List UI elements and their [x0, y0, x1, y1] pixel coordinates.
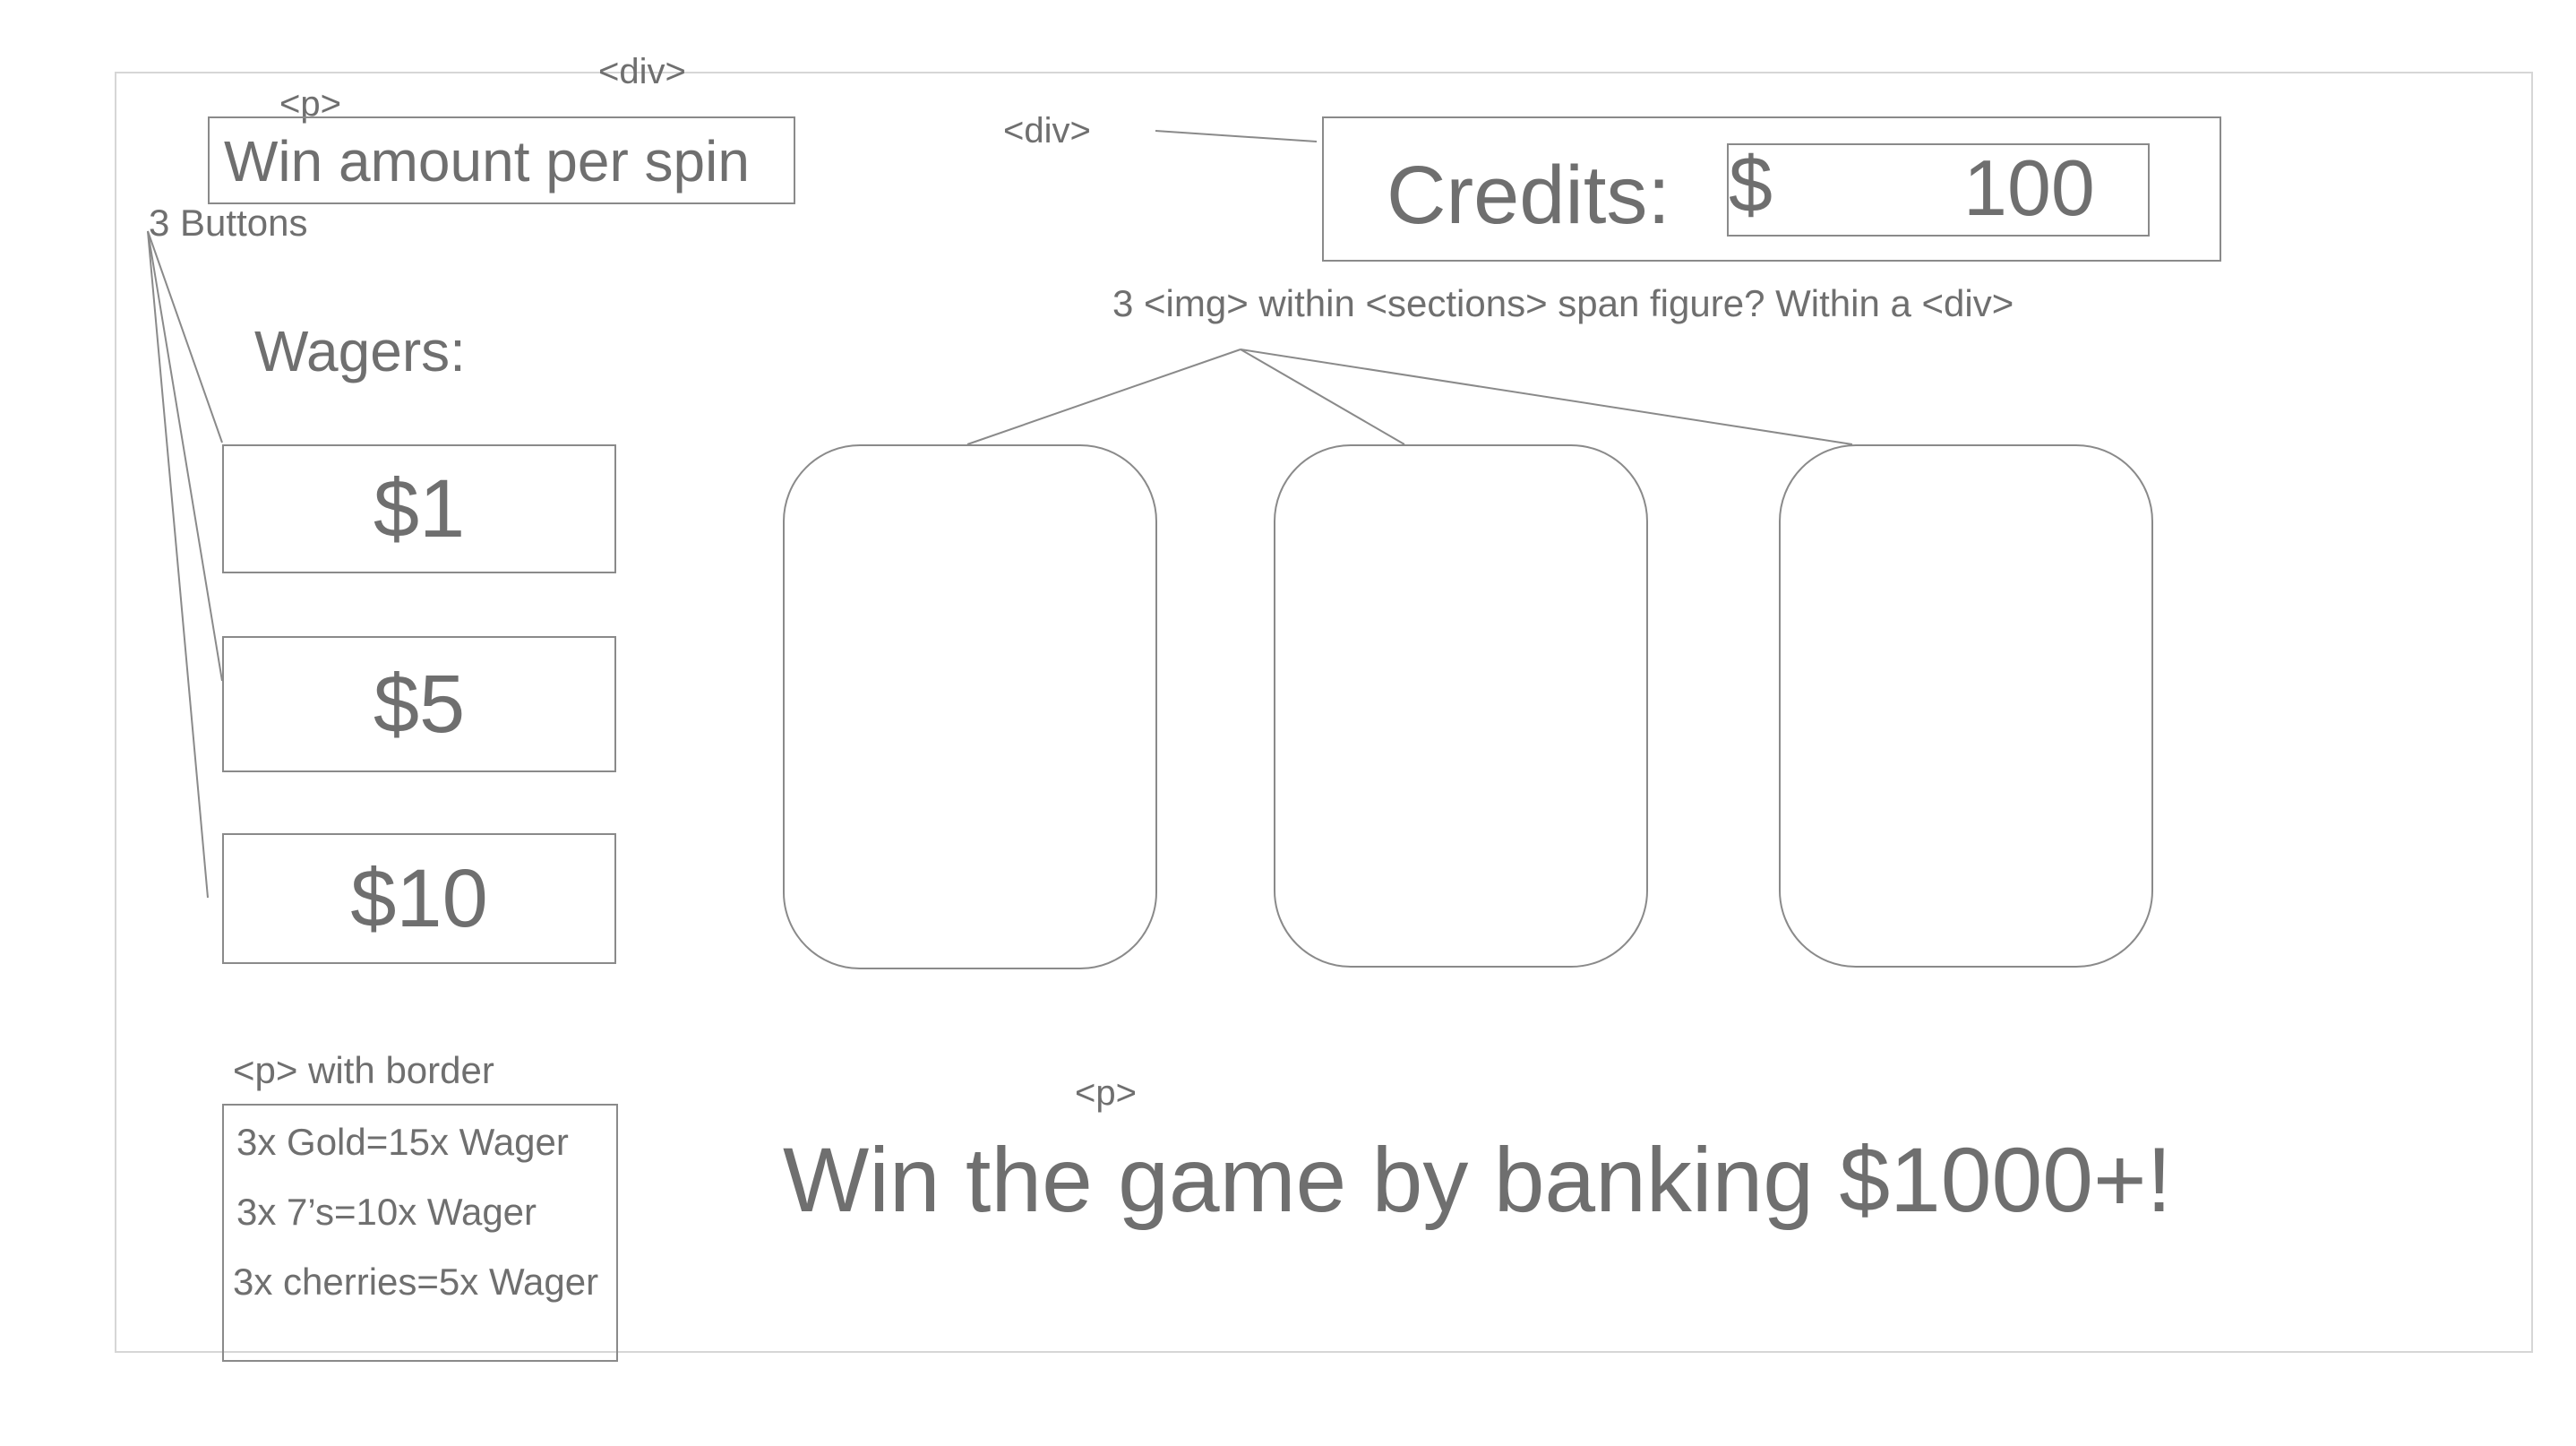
wager-10-button[interactable]: $10: [222, 833, 616, 964]
annotation-p-with-border: <p> with border: [233, 1049, 494, 1091]
goal-text: Win the game by banking $1000+!: [783, 1129, 2172, 1231]
win-amount-box: Win amount per spin: [208, 116, 795, 204]
reel-image-2: [1274, 444, 1648, 968]
wager-5-button[interactable]: $5: [222, 636, 616, 772]
paytable-line-cherries: 3x cherries=5x Wager: [233, 1261, 599, 1303]
credits-value-box: $ 100: [1727, 143, 2150, 237]
paytable-line-sevens: 3x 7’s=10x Wager: [236, 1191, 537, 1233]
annotation-div-credits: <div>: [1003, 111, 1091, 151]
reel-image-3: [1779, 444, 2153, 968]
paytable-line-gold: 3x Gold=15x Wager: [236, 1121, 569, 1163]
annotation-p-bottom: <p>: [1075, 1073, 1137, 1113]
credits-box: Credits: $ 100: [1322, 116, 2221, 262]
wagers-heading: Wagers:: [254, 319, 466, 383]
credits-label: Credits:: [1387, 150, 1670, 241]
annotation-images-note: 3 <img> within <sections> span figure? W…: [1112, 282, 2014, 324]
wager-1-button[interactable]: $1: [222, 444, 616, 573]
annotation-div-top: <div>: [598, 52, 686, 91]
credits-value: 100: [1963, 143, 2095, 232]
win-amount-label: Win amount per spin: [224, 129, 750, 194]
credits-currency: $: [1729, 140, 1773, 228]
reel-image-1: [783, 444, 1157, 969]
annotation-three-buttons: 3 Buttons: [149, 202, 308, 244]
